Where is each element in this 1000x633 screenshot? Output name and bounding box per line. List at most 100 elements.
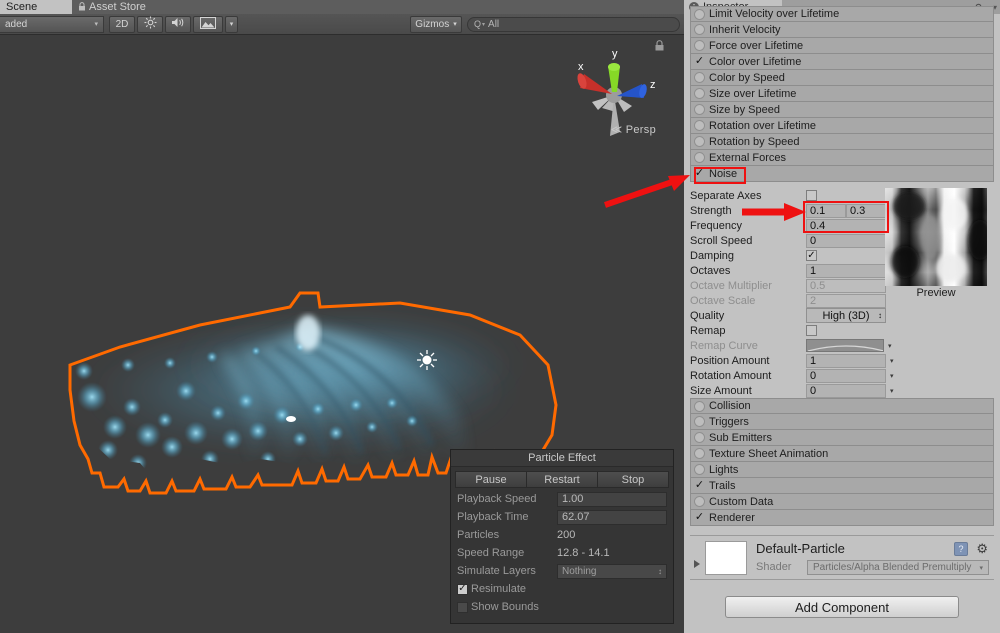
scene-search-input[interactable]: Q ▾ All [467, 16, 680, 32]
module-collision[interactable]: Collision [690, 398, 994, 414]
tab-asset-store[interactable]: Asset Store [72, 0, 202, 14]
updown-arrows-icon: ↕ [878, 311, 882, 320]
remap-checkbox[interactable]: ✓ [806, 325, 817, 336]
module-toggle[interactable]: ✓ [694, 56, 705, 67]
scroll-speed-label: Scroll Speed [690, 234, 753, 247]
module-triggers[interactable]: Triggers [690, 414, 994, 430]
module-custom-data[interactable]: Custom Data [690, 494, 994, 510]
module-toggle[interactable] [694, 104, 705, 115]
particle-module-list-bottom: Collision Triggers Sub Emitters Texture … [684, 398, 1000, 526]
module-size-by-speed[interactable]: Size by Speed [690, 102, 994, 118]
scene-audio-toggle[interactable] [165, 15, 191, 33]
module-lights[interactable]: Lights [690, 462, 994, 478]
quality-dropdown[interactable]: High (3D) ↕ [806, 308, 886, 323]
module-size-over-lifetime[interactable]: Size over Lifetime [690, 86, 994, 102]
module-noise[interactable]: ✓ Noise [690, 166, 994, 182]
shader-dropdown[interactable]: Particles/Alpha Blended Premultiply ▾ [807, 560, 989, 575]
module-toggle[interactable] [694, 24, 705, 35]
module-toggle[interactable]: ✓ [694, 480, 705, 491]
module-inherit-velocity[interactable]: Inherit Velocity [690, 22, 994, 38]
octave-multiplier-field: 0.5 [806, 278, 886, 293]
strength-min-field[interactable]: 0.1 [806, 203, 846, 218]
module-toggle[interactable] [694, 464, 705, 475]
scene-lighting-toggle[interactable] [137, 15, 163, 33]
module-external-forces[interactable]: External Forces [690, 150, 994, 166]
chevron-down-icon[interactable]: ▾ [890, 372, 894, 380]
material-preview-thumbnail[interactable] [705, 541, 747, 575]
module-toggle[interactable] [694, 88, 705, 99]
position-amount-field[interactable]: 1 [806, 353, 886, 368]
strength-max-field[interactable]: 0.3 [846, 203, 886, 218]
scroll-speed-field[interactable]: 0 [806, 233, 886, 248]
tab-scene[interactable]: Scene [0, 0, 72, 14]
gizmos-dropdown[interactable]: Gizmos ▾ [410, 15, 462, 33]
damping-label: Damping [690, 249, 735, 262]
separate-axes-label: Separate Axes [690, 189, 762, 202]
size-amount-field[interactable]: 0 [806, 383, 886, 398]
chevron-down-icon: ▾ [888, 342, 892, 350]
add-component-button[interactable]: Add Component [725, 596, 959, 618]
octave-scale-field: 2 [806, 293, 886, 308]
module-sub-emitters[interactable]: Sub Emitters [690, 430, 994, 446]
module-force-over-lifetime[interactable]: Force over Lifetime [690, 38, 994, 54]
module-toggle[interactable]: ✓ [694, 512, 705, 523]
octaves-field[interactable]: 1 [806, 263, 886, 278]
module-toggle[interactable] [694, 496, 705, 507]
chevron-down-icon[interactable]: ▾ [890, 357, 894, 365]
module-toggle[interactable] [694, 8, 705, 20]
module-color-by-speed[interactable]: Color by Speed [690, 70, 994, 86]
rotation-amount-field[interactable]: 0 [806, 368, 886, 383]
material-foldout-arrow[interactable] [694, 560, 700, 568]
frequency-field[interactable]: 0.4 [806, 218, 886, 233]
module-toggle[interactable] [694, 400, 705, 412]
playback-time-field[interactable]: 62.07 [557, 509, 667, 525]
stop-button[interactable]: Stop [598, 471, 669, 488]
module-toggle[interactable] [694, 120, 705, 131]
resimulate-row[interactable]: ✓ Resimulate [451, 580, 673, 598]
particle-effect-transport: Pause Restart Stop [451, 467, 673, 490]
playback-speed-field[interactable]: 1.00 [557, 491, 667, 507]
chevron-down-icon[interactable]: ▾ [890, 387, 894, 395]
module-label: Noise [709, 167, 738, 180]
module-toggle[interactable]: ✓ [694, 168, 705, 179]
frequency-label: Frequency [690, 219, 742, 232]
particles-value: 200 [557, 529, 576, 541]
restart-button[interactable]: Restart [527, 471, 598, 488]
simulate-layers-dropdown[interactable]: Nothing ↕ [557, 563, 667, 579]
show-bounds-checkbox[interactable]: ✓ [457, 601, 468, 613]
resimulate-label: Resimulate [471, 583, 527, 595]
remap-label: Remap [690, 324, 726, 337]
speaker-icon [171, 16, 186, 32]
module-label: Inherit Velocity [709, 23, 781, 36]
gear-icon[interactable]: ⚙ [976, 541, 988, 557]
toggle-2d-button[interactable]: 2D [109, 15, 135, 33]
resimulate-checkbox[interactable]: ✓ [457, 583, 468, 595]
scene-fx-toggle[interactable] [193, 15, 223, 33]
module-toggle[interactable] [694, 136, 705, 147]
module-toggle[interactable] [694, 40, 705, 51]
damping-checkbox[interactable]: ✓ [806, 250, 817, 261]
module-toggle[interactable] [694, 72, 705, 83]
draw-mode-dropdown[interactable]: aded ▾ [0, 15, 104, 33]
noise-module-properties: Separate Axes ✓ Strength 0.1 0.3 ▾ Frequ… [684, 188, 1000, 398]
show-bounds-row[interactable]: ✓ Show Bounds [451, 598, 673, 616]
module-texture-sheet-animation[interactable]: Texture Sheet Animation [690, 446, 994, 462]
module-limit-velocity-over-lifetime[interactable]: Limit Velocity over Lifetime [690, 6, 994, 22]
module-toggle[interactable] [694, 152, 705, 163]
module-toggle[interactable] [694, 432, 705, 443]
scene-projection-mode[interactable]: ≪ Persp [611, 123, 656, 136]
module-trails[interactable]: ✓ Trails [690, 478, 994, 494]
module-toggle[interactable] [694, 416, 705, 427]
module-color-over-lifetime[interactable]: ✓ Color over Lifetime [690, 54, 994, 70]
module-renderer[interactable]: ✓ Renderer [690, 510, 994, 526]
module-rotation-over-lifetime[interactable]: Rotation over Lifetime [690, 118, 994, 134]
scene-fx-dropdown[interactable]: ▾ [225, 15, 238, 33]
pause-button[interactable]: Pause [455, 471, 527, 488]
module-rotation-by-speed[interactable]: Rotation by Speed [690, 134, 994, 150]
separate-axes-checkbox[interactable]: ✓ [806, 190, 817, 201]
module-label: Trails [709, 479, 736, 492]
noise-preview-image [885, 188, 992, 286]
help-book-icon[interactable]: ? [954, 542, 968, 556]
octaves-label: Octaves [690, 264, 731, 277]
module-toggle[interactable] [694, 448, 705, 459]
